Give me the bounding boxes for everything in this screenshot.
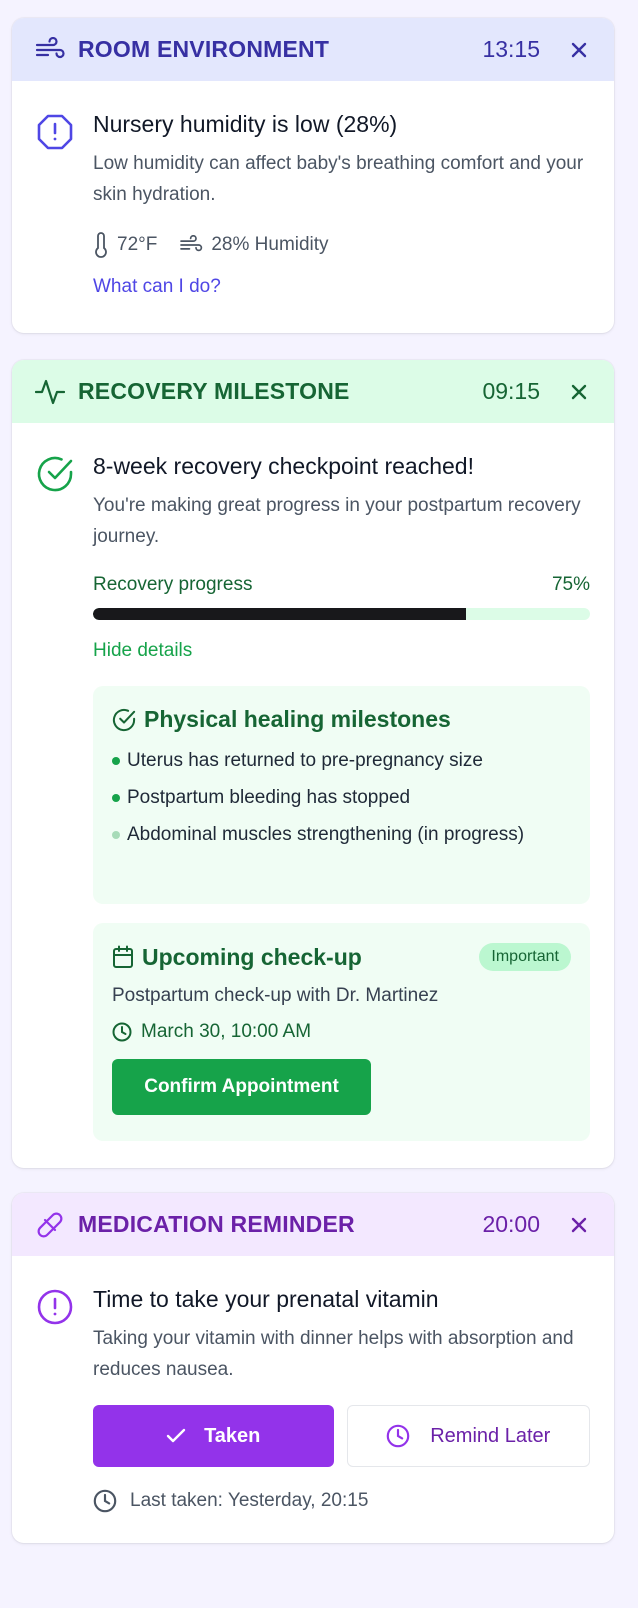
milestone-item: Abdominal muscles strengthening (in prog…	[112, 819, 571, 850]
taken-button-label: Taken	[204, 1424, 261, 1447]
room-message-title: Nursery humidity is low (28%)	[93, 111, 398, 137]
checkup-time: March 30, 10:00 AM	[112, 1021, 571, 1043]
milestone-bullet	[112, 757, 120, 765]
clock-icon	[112, 1022, 132, 1042]
check-circle-icon	[112, 708, 136, 731]
room-environment-title: ROOM ENVIRONMENT	[78, 36, 330, 62]
room-environment-card: ROOM ENVIRONMENT 13:15 Nursery humidity …	[12, 18, 614, 333]
recovery-message-title: 8-week recovery checkpoint reached!	[93, 453, 474, 479]
temperature-value: 72°F	[117, 234, 158, 255]
progress-bar-fill	[93, 608, 466, 620]
thermometer-icon	[95, 232, 107, 258]
medication-message-desc: Taking your vitamin with dinner helps wi…	[93, 1328, 574, 1380]
checkup-title: Upcoming check-up	[112, 944, 362, 971]
wind-icon	[34, 34, 66, 66]
checkup-panel: Upcoming check-up Important Postpartum c…	[93, 923, 590, 1141]
medication-reminder-header: MEDICATION REMINDER 20:00	[12, 1193, 614, 1256]
last-taken: Last taken: Yesterday, 20:15	[93, 1489, 590, 1513]
checkup-desc: Postpartum check-up with Dr. Martinez	[112, 985, 439, 1006]
important-badge: Important	[479, 943, 571, 971]
temperature-metric: 72°F	[93, 232, 157, 258]
confirm-appointment-button[interactable]: Confirm Appointment	[112, 1059, 371, 1115]
last-taken-text: Last taken: Yesterday, 20:15	[130, 1490, 369, 1511]
alert-octagon-icon	[37, 114, 73, 150]
room-environment-time: 13:15	[482, 36, 540, 62]
milestone-bullet	[112, 794, 120, 802]
milestone-item: Postpartum bleeding has stopped	[112, 782, 571, 813]
check-circle-icon	[37, 456, 73, 492]
recovery-milestone-title: RECOVERY MILESTONE	[78, 378, 350, 404]
milestone-text: Uterus has returned to pre-pregnancy siz…	[127, 750, 483, 771]
milestones-title: Physical healing milestones	[112, 706, 571, 733]
room-metrics: 72°F 28% Humidity	[93, 232, 590, 258]
close-icon[interactable]	[568, 381, 590, 403]
check-icon	[166, 1428, 186, 1443]
room-environment-header: ROOM ENVIRONMENT 13:15	[12, 18, 614, 81]
progress-bar	[93, 608, 590, 620]
progress-row: Recovery progress 75%	[93, 574, 590, 596]
checkup-title-text: Upcoming check-up	[142, 943, 362, 970]
alert-circle-icon	[37, 1289, 73, 1325]
checkup-time-text: March 30, 10:00 AM	[141, 1021, 312, 1042]
progress-label: Recovery progress	[93, 574, 253, 595]
milestone-bullet	[112, 831, 120, 839]
medication-reminder-title: MEDICATION REMINDER	[78, 1211, 355, 1237]
milestone-text: Abdominal muscles strengthening (in prog…	[127, 824, 525, 845]
close-icon[interactable]	[568, 39, 590, 61]
medication-actions: Taken Remind Later	[93, 1405, 590, 1467]
recovery-milestone-card: RECOVERY MILESTONE 09:15 8-week recovery…	[12, 360, 614, 1168]
clock-icon	[93, 1489, 117, 1513]
hide-details-link[interactable]: Hide details	[93, 640, 590, 662]
milestone-item: Uterus has returned to pre-pregnancy siz…	[112, 745, 571, 776]
room-message-desc: Low humidity can affect baby's breathing…	[93, 153, 584, 205]
milestone-text: Postpartum bleeding has stopped	[127, 787, 411, 808]
milestones-title-text: Physical healing milestones	[144, 706, 451, 732]
medication-reminder-card: MEDICATION REMINDER 20:00 Time to take y…	[12, 1193, 614, 1543]
milestone-list: Uterus has returned to pre-pregnancy siz…	[112, 745, 571, 850]
medication-reminder-time: 20:00	[482, 1211, 540, 1237]
taken-button[interactable]: Taken	[93, 1405, 334, 1467]
calendar-icon	[113, 945, 133, 968]
clock-icon	[386, 1424, 410, 1448]
remind-later-label: Remind Later	[430, 1424, 551, 1447]
progress-percent: 75%	[551, 574, 590, 595]
milestones-panel: Physical healing milestones Uterus has r…	[93, 686, 590, 904]
activity-icon	[34, 376, 66, 408]
remind-later-button[interactable]: Remind Later	[346, 1405, 590, 1467]
pill-icon	[34, 1209, 66, 1241]
close-icon[interactable]	[568, 1214, 590, 1236]
recovery-milestone-header: RECOVERY MILESTONE 09:15	[12, 360, 614, 423]
medication-message-title: Time to take your prenatal vitamin	[93, 1286, 439, 1312]
humidity-value: 28% Humidity	[211, 234, 329, 255]
recovery-milestone-time: 09:15	[482, 378, 540, 404]
what-can-i-do-link[interactable]: What can I do?	[93, 276, 590, 298]
wind-icon	[180, 235, 203, 252]
humidity-metric: 28% Humidity	[179, 234, 329, 256]
recovery-message-desc: You're making great progress in your pos…	[93, 495, 581, 547]
